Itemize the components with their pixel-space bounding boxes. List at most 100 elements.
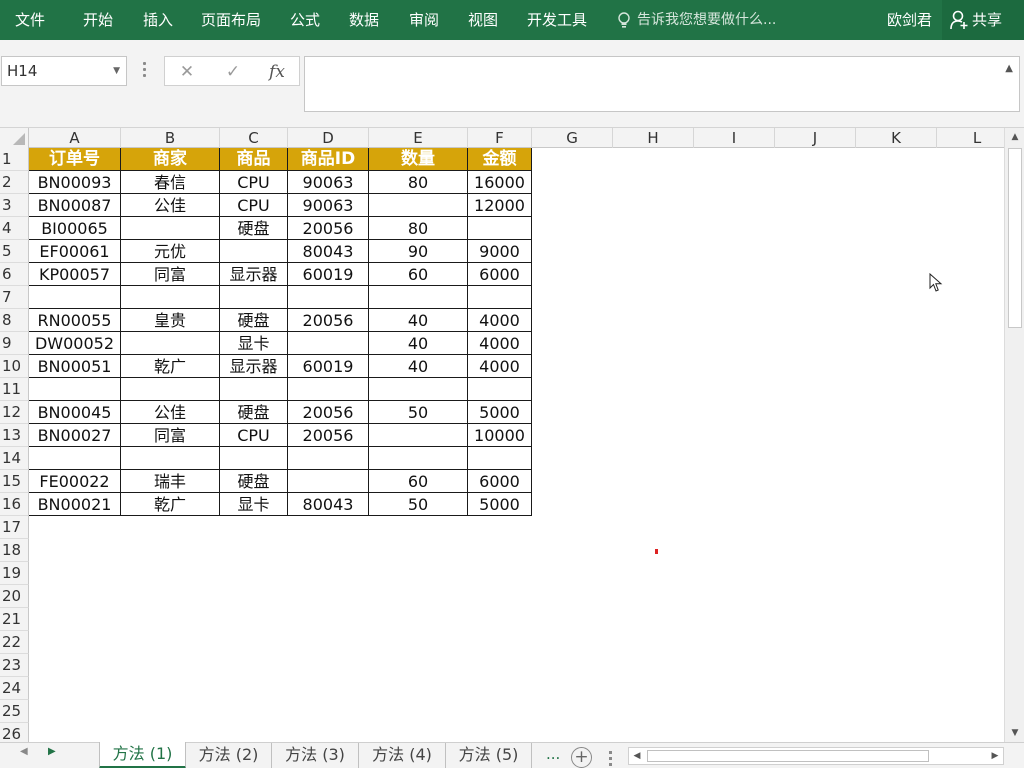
table-header-cell[interactable]: 商品ID [288,148,369,171]
table-cell[interactable] [121,378,220,401]
table-cell[interactable]: CPU [220,424,288,447]
row-header[interactable]: 25 [0,700,29,723]
table-cell[interactable]: 60019 [288,263,369,286]
scroll-left-icon[interactable]: ◀ [629,748,645,764]
table-cell[interactable] [369,447,468,470]
table-cell[interactable]: KP00057 [29,263,121,286]
tab-home[interactable]: 开始 [83,0,113,40]
table-cell[interactable] [220,240,288,263]
row-header[interactable]: 18 [0,539,29,562]
select-all-corner[interactable] [0,128,29,148]
tab-data[interactable]: 数据 [349,0,379,40]
table-cell[interactable] [29,286,121,309]
table-cell[interactable]: 90 [369,240,468,263]
table-header-cell[interactable]: 商家 [121,148,220,171]
row-header[interactable]: 17 [0,516,29,539]
table-cell[interactable] [288,286,369,309]
tab-page-layout[interactable]: 页面布局 [201,0,261,40]
sheet-tab[interactable]: 方法 (4) [359,743,446,768]
column-header[interactable]: H [613,128,694,148]
table-cell[interactable]: 80 [369,217,468,240]
row-header[interactable]: 11 [0,378,29,401]
row-header[interactable]: 2 [0,171,29,194]
row-header[interactable]: 1 [0,148,29,171]
add-sheet-button[interactable]: + [571,747,592,768]
table-cell[interactable]: 硬盘 [220,470,288,493]
table-cell[interactable] [220,378,288,401]
share-button[interactable]: 共享 [942,0,1024,40]
table-cell[interactable]: 90063 [288,171,369,194]
table-cell[interactable]: CPU [220,171,288,194]
table-cell[interactable]: 16000 [468,171,532,194]
table-header-cell[interactable]: 订单号 [29,148,121,171]
next-sheet-icon[interactable]: ▶ [48,746,56,757]
more-sheets[interactable]: ... [546,743,560,768]
table-cell[interactable]: 40 [369,355,468,378]
table-cell[interactable]: FE00022 [29,470,121,493]
table-cell[interactable] [468,447,532,470]
table-cell[interactable]: 硬盘 [220,217,288,240]
table-cell[interactable]: BN00021 [29,493,121,516]
sheet-tab[interactable]: 方法 (5) [446,743,532,768]
table-cell[interactable]: BN00051 [29,355,121,378]
table-header-cell[interactable]: 金额 [468,148,532,171]
table-cell[interactable]: 40 [369,332,468,355]
sheet-tab[interactable]: 方法 (2) [186,743,272,768]
row-header[interactable]: 12 [0,401,29,424]
row-header[interactable]: 10 [0,355,29,378]
row-header[interactable]: 21 [0,608,29,631]
table-cell[interactable]: 12000 [468,194,532,217]
table-cell[interactable]: 10000 [468,424,532,447]
row-header[interactable]: 19 [0,562,29,585]
tab-view[interactable]: 视图 [468,0,498,40]
table-cell[interactable]: 5000 [468,401,532,424]
horizontal-scroll-thumb[interactable] [647,750,929,762]
row-header[interactable]: 15 [0,470,29,493]
vertical-scroll-thumb[interactable] [1008,148,1022,328]
table-cell[interactable]: 9000 [468,240,532,263]
table-cell[interactable] [288,378,369,401]
row-header[interactable]: 3 [0,194,29,217]
sheet-tab[interactable]: 方法 (1) [99,742,186,768]
column-header[interactable]: D [288,128,369,148]
row-header[interactable]: 5 [0,240,29,263]
table-cell[interactable]: 60019 [288,355,369,378]
table-cell[interactable] [121,332,220,355]
insert-function-icon[interactable]: fx [265,61,289,83]
table-cell[interactable]: 硬盘 [220,309,288,332]
chevron-down-icon[interactable]: ▼ [113,57,120,85]
tab-review[interactable]: 审阅 [409,0,439,40]
table-cell[interactable] [369,286,468,309]
table-cell[interactable] [29,378,121,401]
table-cell[interactable] [220,447,288,470]
table-cell[interactable]: 4000 [468,309,532,332]
table-cell[interactable]: BN00087 [29,194,121,217]
table-cell[interactable]: 硬盘 [220,401,288,424]
tab-file[interactable]: 文件 [15,0,45,40]
table-cell[interactable]: 显卡 [220,332,288,355]
table-cell[interactable]: 6000 [468,470,532,493]
table-cell[interactable]: BN00093 [29,171,121,194]
column-header[interactable]: J [775,128,856,148]
table-cell[interactable] [468,286,532,309]
horizontal-scrollbar[interactable]: ◀ ▶ [628,747,1004,765]
table-cell[interactable]: 4000 [468,355,532,378]
table-cell[interactable] [288,447,369,470]
table-cell[interactable]: BN00045 [29,401,121,424]
row-header[interactable]: 7 [0,286,29,309]
table-cell[interactable]: 60 [369,470,468,493]
table-cell[interactable] [220,286,288,309]
table-cell[interactable] [468,378,532,401]
column-header[interactable]: G [532,128,613,148]
column-header[interactable]: F [468,128,532,148]
row-header[interactable]: 16 [0,493,29,516]
table-cell[interactable] [121,447,220,470]
table-cell[interactable] [29,447,121,470]
vertical-scrollbar[interactable]: ▲ ▼ [1004,128,1024,742]
table-cell[interactable]: EF00061 [29,240,121,263]
table-cell[interactable]: 50 [369,401,468,424]
user-name[interactable]: 欧剑君 [887,0,932,40]
table-cell[interactable]: 乾广 [121,355,220,378]
drag-handle-icon[interactable] [609,751,612,768]
row-header[interactable]: 6 [0,263,29,286]
